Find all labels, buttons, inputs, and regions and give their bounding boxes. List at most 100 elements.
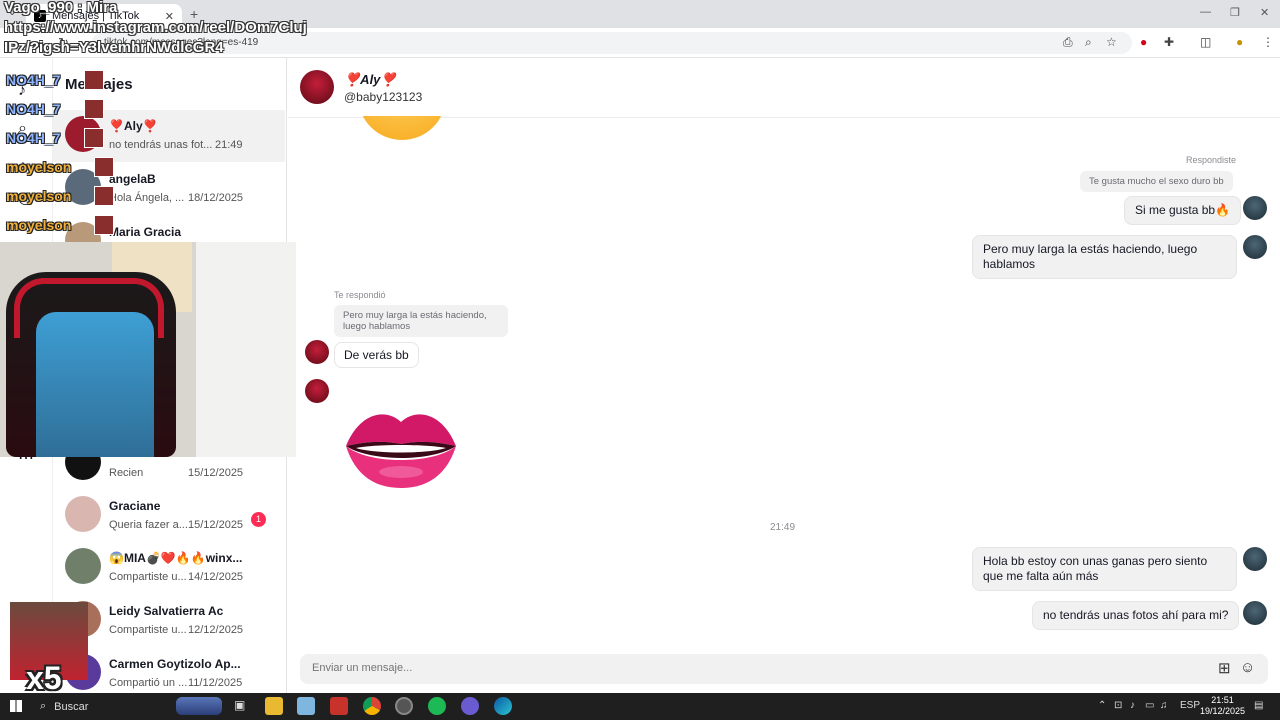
stream-message-overlay: Vago_990 : Mira https://www.instagram.co… <box>4 0 307 58</box>
app-icon[interactable] <box>330 697 348 715</box>
conversation-time: 11/12/2025 <box>188 677 243 689</box>
contact-avatar[interactable] <box>305 379 329 403</box>
taskbar-clock[interactable]: 21:51 19/12/2025 <box>1200 695 1245 717</box>
bookmark-star-icon[interactable]: ☆ <box>1106 35 1117 49</box>
webcam-shelf <box>196 242 296 457</box>
message-in-1[interactable]: De verás bb <box>334 342 419 368</box>
message-out-2-line2: hablamos <box>983 257 1036 271</box>
image-upload-icon[interactable]: ⊞ <box>1218 659 1231 677</box>
my-avatar[interactable] <box>1243 235 1267 259</box>
conversation-preview: Compartiste u... <box>109 624 187 636</box>
conversation-name: ❣️Aly❣️ <box>109 119 158 133</box>
install-app-icon[interactable]: ⎙ <box>1063 35 1073 50</box>
conversation-preview: Hola Ángela, ... <box>109 192 185 204</box>
conversation-item[interactable]: angelaB Hola Ángela, ... 18/12/2025 <box>53 163 285 215</box>
conversation-avatar <box>65 548 101 584</box>
message-out-3-line1: Hola bb estoy con unas ganas pero siento <box>983 554 1208 568</box>
browser-menu-icon[interactable]: ⋮ <box>1262 35 1274 49</box>
message-composer: ⊞ ☺ <box>300 654 1268 684</box>
windows-taskbar: ⌕ Buscar ▣ ⌃ ⊡ ♪ ▭ ♫ ESP 21:51 19/12/202… <box>0 693 1280 720</box>
conversation-item[interactable]: 😱MIA💣❤️🔥🔥winx... Compartiste u... 14/12/20… <box>53 542 285 594</box>
discord-icon[interactable] <box>461 697 479 715</box>
conversation-time: 15/12/2025 <box>188 519 244 531</box>
restore-icon[interactable]: ❐ <box>1230 6 1240 19</box>
tray-app-icon[interactable]: ⊡ <box>1114 700 1122 711</box>
replied-label: Te respondió <box>334 290 386 300</box>
stream-chat-thumbnail <box>94 186 114 206</box>
conversation-preview: Queria fazer a... <box>109 519 188 531</box>
emoji-picker-icon[interactable]: ☺ <box>1240 659 1255 676</box>
webcam-overlay <box>0 242 296 457</box>
notifications-icon[interactable]: ▤ <box>1254 700 1263 711</box>
message-out-1[interactable]: Si me gusta bb🔥 <box>1124 196 1241 225</box>
stream-chat-thumbnail <box>84 99 104 119</box>
my-avatar[interactable] <box>1243 601 1267 625</box>
chat-contact-name[interactable]: ❣️Aly❣️ <box>344 72 397 88</box>
multiplier-overlay: x5 <box>26 660 62 696</box>
windows-start-icon[interactable] <box>10 700 22 712</box>
conversation-name: Graciane <box>109 499 161 513</box>
file-explorer-icon[interactable] <box>265 697 283 715</box>
conversation-name: Carmen Goytizolo Ap... <box>109 657 241 671</box>
profile-sync-icon[interactable]: ◫ <box>1200 35 1211 49</box>
network-icon[interactable]: ▭ <box>1145 700 1154 711</box>
quoted-message-in: Pero muy larga la estás haciendo, luego … <box>334 305 508 337</box>
stream-chat-user: NO4H_7 <box>6 72 61 88</box>
lips-sticker-icon[interactable] <box>342 404 460 490</box>
stream-chat-user: moyelson <box>6 159 72 175</box>
profile-avatar-icon[interactable]: ● <box>1236 35 1243 49</box>
screen: ⌄ ♪ Mensajes | TikTok ✕ + — ❐ ✕ ← → ↻ ti… <box>0 0 1280 720</box>
conversation-item[interactable]: Graciane Queria fazer a... 15/12/2025 1 <box>53 490 285 542</box>
edge-icon[interactable] <box>494 697 512 715</box>
quoted-message-in-line2: luego hablamos <box>343 321 411 332</box>
responded-label: Respondiste <box>1186 155 1237 165</box>
close-window-icon[interactable]: ✕ <box>1260 6 1269 19</box>
zoom-icon[interactable]: ⌕ <box>1085 35 1092 50</box>
obs-icon[interactable] <box>395 697 413 715</box>
stream-chat-user: moyelson <box>6 217 72 233</box>
chat-panel: ❣️Aly❣️ @baby123123 Respondiste Te gusta… <box>288 58 1280 693</box>
taskbar-search[interactable]: ⌕ Buscar <box>36 695 168 718</box>
tray-expand-icon[interactable]: ⌃ <box>1098 700 1106 711</box>
stream-chat-thumbnail <box>84 128 104 148</box>
message-out-2-line1: Pero muy larga la estás haciendo, luego <box>983 242 1198 256</box>
message-out-4[interactable]: no tendrás unas fotos ahí para mi? <box>1032 601 1240 630</box>
chat-contact-handle[interactable]: @baby123123 <box>344 90 422 104</box>
stream-message-line2: https://www.instagram.com/reel/DOm7Cluj <box>4 19 307 36</box>
chrome-icon[interactable] <box>363 697 381 715</box>
conversation-name: Maria Gracia <box>109 225 182 239</box>
message-out-2[interactable]: Pero muy larga la estás haciendo, luego … <box>972 235 1237 279</box>
message-out-3[interactable]: Hola bb estoy con unas ganas pero siento… <box>972 547 1237 591</box>
notepad-icon[interactable] <box>297 697 315 715</box>
task-view-icon[interactable]: ▣ <box>234 698 245 712</box>
microphone-icon[interactable]: ♪ <box>1130 700 1135 711</box>
stream-chat-user: moyelson <box>6 188 72 204</box>
opera-extension-icon[interactable]: ● <box>1140 35 1147 49</box>
language-indicator[interactable]: ESP <box>1180 700 1200 711</box>
spotify-icon[interactable] <box>428 697 446 715</box>
message-input[interactable] <box>312 662 1192 674</box>
my-avatar[interactable] <box>1243 547 1267 571</box>
conversation-preview: Compartió un ... <box>109 677 188 689</box>
taskbar-search-icon: ⌕ <box>40 700 47 712</box>
conversation-time: 21:49 <box>215 139 243 151</box>
taskbar-date: 19/12/2025 <box>1200 706 1246 716</box>
conversation-time: 14/12/2025 <box>188 571 244 583</box>
message-timestamp: 21:49 <box>770 522 796 533</box>
taskbar-widget-icon[interactable] <box>176 697 222 715</box>
quoted-message-out: Te gusta mucho el sexo duro bb <box>1080 171 1233 192</box>
contact-avatar[interactable] <box>305 340 329 364</box>
stream-chat-thumbnail <box>94 215 114 235</box>
chat-avatar[interactable] <box>300 70 334 104</box>
conversation-preview: Compartiste u... <box>109 571 187 583</box>
minimize-icon[interactable]: — <box>1200 6 1211 18</box>
conversation-preview: no tendrás unas fot... <box>109 139 213 151</box>
stream-chat-thumbnail <box>84 70 104 90</box>
stream-message-line3: IPz/?igsh=Y3lvemhrNWdlcGR4 <box>4 39 224 56</box>
my-avatar[interactable] <box>1243 196 1267 220</box>
stream-message-line1: Vago_990 : Mira <box>4 0 118 16</box>
taskbar-time: 21:51 <box>1211 695 1234 705</box>
stream-chat-user: NO4H_7 <box>6 101 61 117</box>
volume-icon[interactable]: ♫ <box>1160 700 1168 711</box>
extensions-icon[interactable]: ✚ <box>1164 35 1174 49</box>
